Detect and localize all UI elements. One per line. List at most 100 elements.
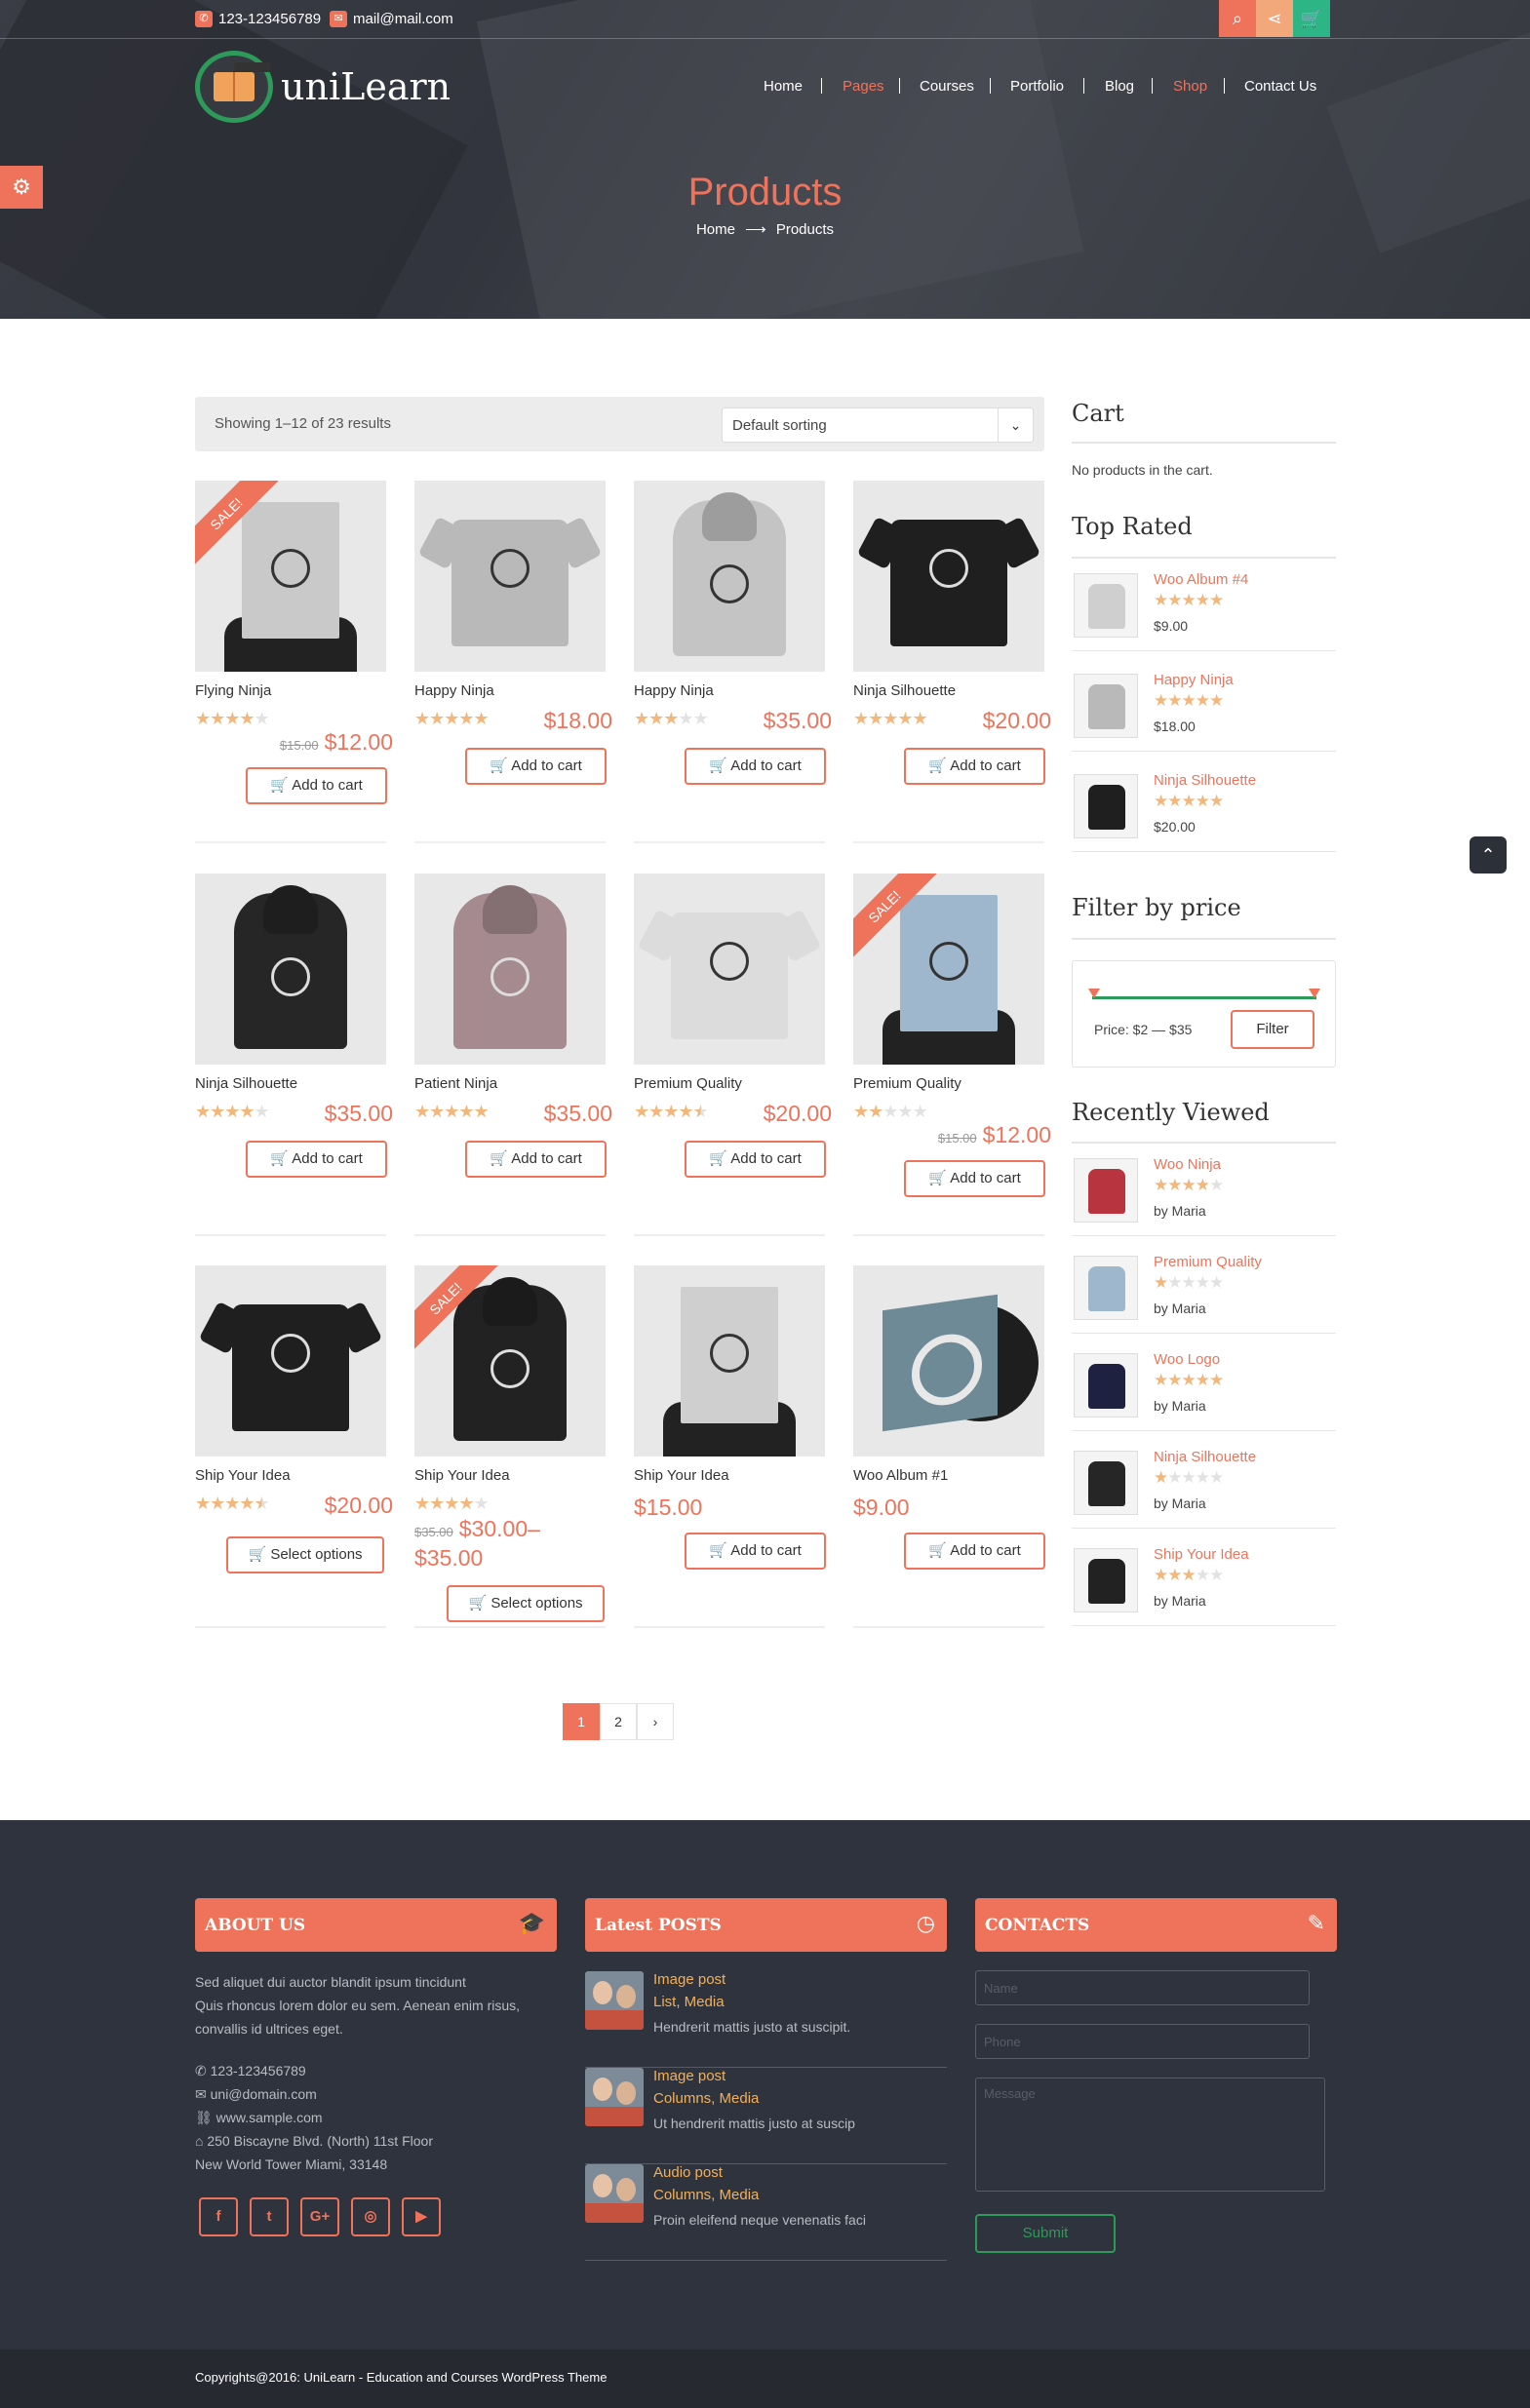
contact-name-field[interactable] [975, 1970, 1310, 2005]
product-thumbnail[interactable] [1074, 1548, 1138, 1612]
add-to-cart-button[interactable]: 🛒 Add to cart [246, 767, 387, 804]
recent-name[interactable]: Woo Ninja [1154, 1156, 1221, 1173]
post-title[interactable]: Audio post [653, 2164, 723, 2181]
add-to-cart-button[interactable]: 🛒 Add to cart [685, 1533, 826, 1570]
contact-message-field[interactable] [975, 2078, 1325, 2192]
nav-shop[interactable]: Shop [1173, 78, 1207, 95]
nav-contact[interactable]: Contact Us [1244, 78, 1316, 95]
submit-button[interactable]: Submit [975, 2214, 1116, 2253]
product-name[interactable]: Woo Album #1 [853, 1467, 948, 1484]
google-plus-icon[interactable]: G+ [300, 2197, 339, 2236]
add-to-cart-button[interactable]: 🛒 Add to cart [904, 748, 1045, 785]
top-rated-name[interactable]: Ninja Silhouette [1154, 772, 1256, 789]
nav-blog[interactable]: Blog [1105, 78, 1134, 95]
product-thumbnail[interactable] [1074, 1256, 1138, 1320]
select-options-button[interactable]: 🛒 Select options [226, 1536, 384, 1573]
post-thumbnail[interactable] [585, 2068, 644, 2126]
product-image[interactable] [195, 874, 386, 1065]
product-image[interactable] [853, 481, 1044, 672]
product-name[interactable]: Premium Quality [634, 1075, 742, 1092]
page-2[interactable]: 2 [600, 1703, 637, 1740]
add-to-cart-button[interactable]: 🛒 Add to cart [685, 748, 826, 785]
select-options-button[interactable]: 🛒 Select options [447, 1585, 605, 1622]
recently-viewed-item[interactable]: Woo Ninja ★★★★★ by Maria [1072, 1148, 1336, 1236]
post-title[interactable]: Image post [653, 1971, 726, 1988]
product-thumbnail[interactable] [1074, 674, 1138, 738]
youtube-icon[interactable]: ▶ [402, 2197, 441, 2236]
share-icon[interactable]: ⋖ [1256, 0, 1293, 37]
contact-phone-field[interactable] [975, 2024, 1310, 2059]
nav-pages[interactable]: Pages [843, 78, 884, 95]
breadcrumb-home[interactable]: Home [696, 221, 735, 238]
top-rated-item[interactable]: Woo Album #4 ★★★★★ $9.00 [1072, 563, 1336, 651]
add-to-cart-button[interactable]: 🛒 Add to cart [465, 748, 607, 785]
recently-viewed-item[interactable]: Woo Logo ★★★★★ by Maria [1072, 1343, 1336, 1431]
product-name[interactable]: Ship Your Idea [414, 1467, 510, 1484]
product-image[interactable] [414, 481, 606, 672]
settings-gear-icon[interactable]: ⚙ [0, 166, 43, 209]
product-thumbnail[interactable] [1074, 1158, 1138, 1223]
facebook-icon[interactable]: f [199, 2197, 238, 2236]
product-name[interactable]: Ninja Silhouette [853, 682, 956, 699]
post-thumbnail[interactable] [585, 2164, 644, 2223]
twitter-icon[interactable]: t [250, 2197, 289, 2236]
post-categories[interactable]: List, Media [653, 1994, 725, 2010]
product-thumbnail[interactable] [1074, 774, 1138, 838]
recently-viewed-item[interactable]: Ship Your Idea ★★★★★ by Maria [1072, 1538, 1336, 1626]
top-rated-name[interactable]: Happy Ninja [1154, 672, 1234, 688]
topbar-email[interactable]: ✉ mail@mail.com [330, 11, 453, 27]
product-name[interactable]: Flying Ninja [195, 682, 271, 699]
page-1[interactable]: 1 [563, 1703, 600, 1740]
scroll-to-top-icon[interactable]: ⌃ [1470, 836, 1507, 874]
post-categories[interactable]: Columns, Media [653, 2090, 759, 2107]
add-to-cart-button[interactable]: 🛒 Add to cart [246, 1141, 387, 1178]
product-image[interactable] [634, 481, 825, 672]
product-image[interactable]: SALE! [414, 1265, 606, 1456]
top-rated-name[interactable]: Woo Album #4 [1154, 571, 1248, 588]
product-thumbnail[interactable] [1074, 1353, 1138, 1418]
post-title[interactable]: Image post [653, 2068, 726, 2084]
recently-viewed-item[interactable]: Premium Quality ★★★★★ by Maria [1072, 1246, 1336, 1334]
filter-button[interactable]: Filter [1231, 1010, 1314, 1049]
recent-name[interactable]: Premium Quality [1154, 1254, 1262, 1270]
recent-name[interactable]: Ninja Silhouette [1154, 1449, 1256, 1465]
recent-name[interactable]: Woo Logo [1154, 1351, 1220, 1368]
cart-icon[interactable]: 🛒 [1293, 0, 1330, 37]
product-thumbnail[interactable] [1074, 573, 1138, 638]
add-to-cart-button[interactable]: 🛒 Add to cart [904, 1160, 1045, 1197]
product-thumbnail[interactable] [1074, 1451, 1138, 1515]
sort-select[interactable]: Default sorting ⌄ [722, 408, 1034, 443]
recent-name[interactable]: Ship Your Idea [1154, 1546, 1249, 1563]
product-name[interactable]: Ship Your Idea [195, 1467, 291, 1484]
post-thumbnail[interactable] [585, 1971, 644, 2030]
product-image[interactable] [634, 1265, 825, 1456]
top-rated-item[interactable]: Happy Ninja ★★★★★ $18.00 [1072, 664, 1336, 752]
top-rated-item[interactable]: Ninja Silhouette ★★★★★ $20.00 [1072, 764, 1336, 852]
add-to-cart-button[interactable]: 🛒 Add to cart [904, 1533, 1045, 1570]
product-image[interactable]: SALE! [195, 481, 386, 672]
product-image[interactable]: SALE! [853, 874, 1044, 1065]
product-name[interactable]: Happy Ninja [634, 682, 714, 699]
product-name[interactable]: Ninja Silhouette [195, 1075, 297, 1092]
add-to-cart-button[interactable]: 🛒 Add to cart [465, 1141, 607, 1178]
nav-portfolio[interactable]: Portfolio [1010, 78, 1064, 95]
search-icon[interactable]: ⌕ [1219, 0, 1256, 37]
product-image[interactable] [634, 874, 825, 1065]
product-image[interactable] [853, 1265, 1044, 1456]
product-name[interactable]: Premium Quality [853, 1075, 961, 1092]
slider-max-handle[interactable] [1309, 989, 1320, 998]
product-name[interactable]: Ship Your Idea [634, 1467, 729, 1484]
next-page-icon[interactable]: › [637, 1703, 674, 1740]
post-categories[interactable]: Columns, Media [653, 2187, 759, 2203]
add-to-cart-button[interactable]: 🛒 Add to cart [685, 1141, 826, 1178]
dribbble-icon[interactable]: ◎ [351, 2197, 390, 2236]
nav-home[interactable]: Home [764, 78, 803, 95]
price-slider-track[interactable] [1092, 996, 1316, 999]
topbar-phone[interactable]: ✆ 123-123456789 [195, 11, 321, 27]
recently-viewed-item[interactable]: Ninja Silhouette ★★★★★ by Maria [1072, 1441, 1336, 1529]
product-name[interactable]: Patient Ninja [414, 1075, 497, 1092]
product-image[interactable] [195, 1265, 386, 1456]
slider-min-handle[interactable] [1088, 989, 1100, 998]
product-name[interactable]: Happy Ninja [414, 682, 494, 699]
product-image[interactable] [414, 874, 606, 1065]
